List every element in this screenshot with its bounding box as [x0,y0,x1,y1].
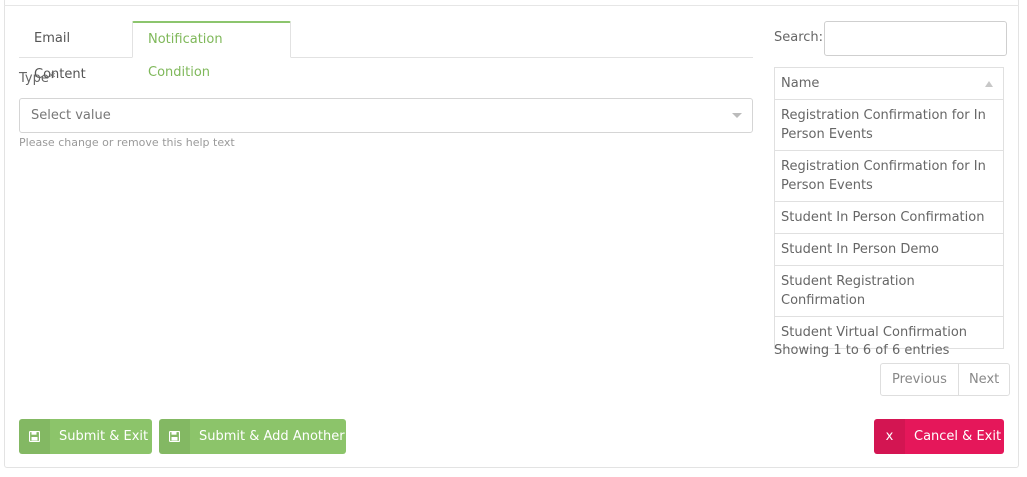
chevron-down-icon [732,113,742,118]
table-cell: Student Registration Confirmation [774,265,1004,317]
tab-bar: Email Content Notification Condition [19,21,753,82]
tab-email-content[interactable]: Email Content [19,21,132,82]
pagination: Previous Next [880,363,1011,396]
cancel-exit-button[interactable]: x Cancel & Exit [874,419,1004,454]
type-select[interactable]: Select value [19,98,753,133]
entries-info: Showing 1 to 6 of 6 entries [774,343,950,358]
sort-ascending-icon [985,81,993,87]
submit-add-another-button[interactable]: Submit & Add Another [159,419,346,454]
name-column-label: Name [781,76,820,91]
floppy-disk-icon [159,419,190,454]
table-cell: Registration Confirmation for In Person … [774,99,1004,151]
submit-exit-button[interactable]: Submit & Exit [19,419,152,454]
table-row[interactable]: Registration Confirmation for In Person … [774,99,1004,151]
table-row[interactable]: Student Registration Confirmation [774,265,1004,317]
table-cell: Student In Person Confirmation [774,201,1004,234]
submit-exit-label: Submit & Exit [59,429,149,444]
search-label: Search: [774,30,824,45]
submit-add-another-label: Submit & Add Another [199,429,345,444]
panel-divider [4,5,1019,6]
table-row[interactable]: Student In Person Demo [774,233,1004,266]
cancel-exit-label: Cancel & Exit [914,429,1002,444]
type-help-text: Please change or remove this help text [19,136,235,149]
tab-notification-condition[interactable]: Notification Condition [132,21,291,80]
name-table: Name Registration Confirmation for In Pe… [774,67,1004,349]
name-column-header[interactable]: Name [774,67,1004,100]
table-row[interactable]: Registration Confirmation for In Person … [774,150,1004,202]
type-select-placeholder: Select value [31,108,111,123]
table-row[interactable]: Student In Person Confirmation [774,201,1004,234]
next-page-button[interactable]: Next [959,364,1009,395]
search-input[interactable] [824,21,1007,56]
floppy-disk-icon [19,419,50,454]
previous-page-button[interactable]: Previous [881,364,959,395]
table-cell: Student In Person Demo [774,233,1004,266]
close-icon: x [874,419,905,454]
type-label: Type* [19,71,56,86]
table-cell: Registration Confirmation for In Person … [774,150,1004,202]
